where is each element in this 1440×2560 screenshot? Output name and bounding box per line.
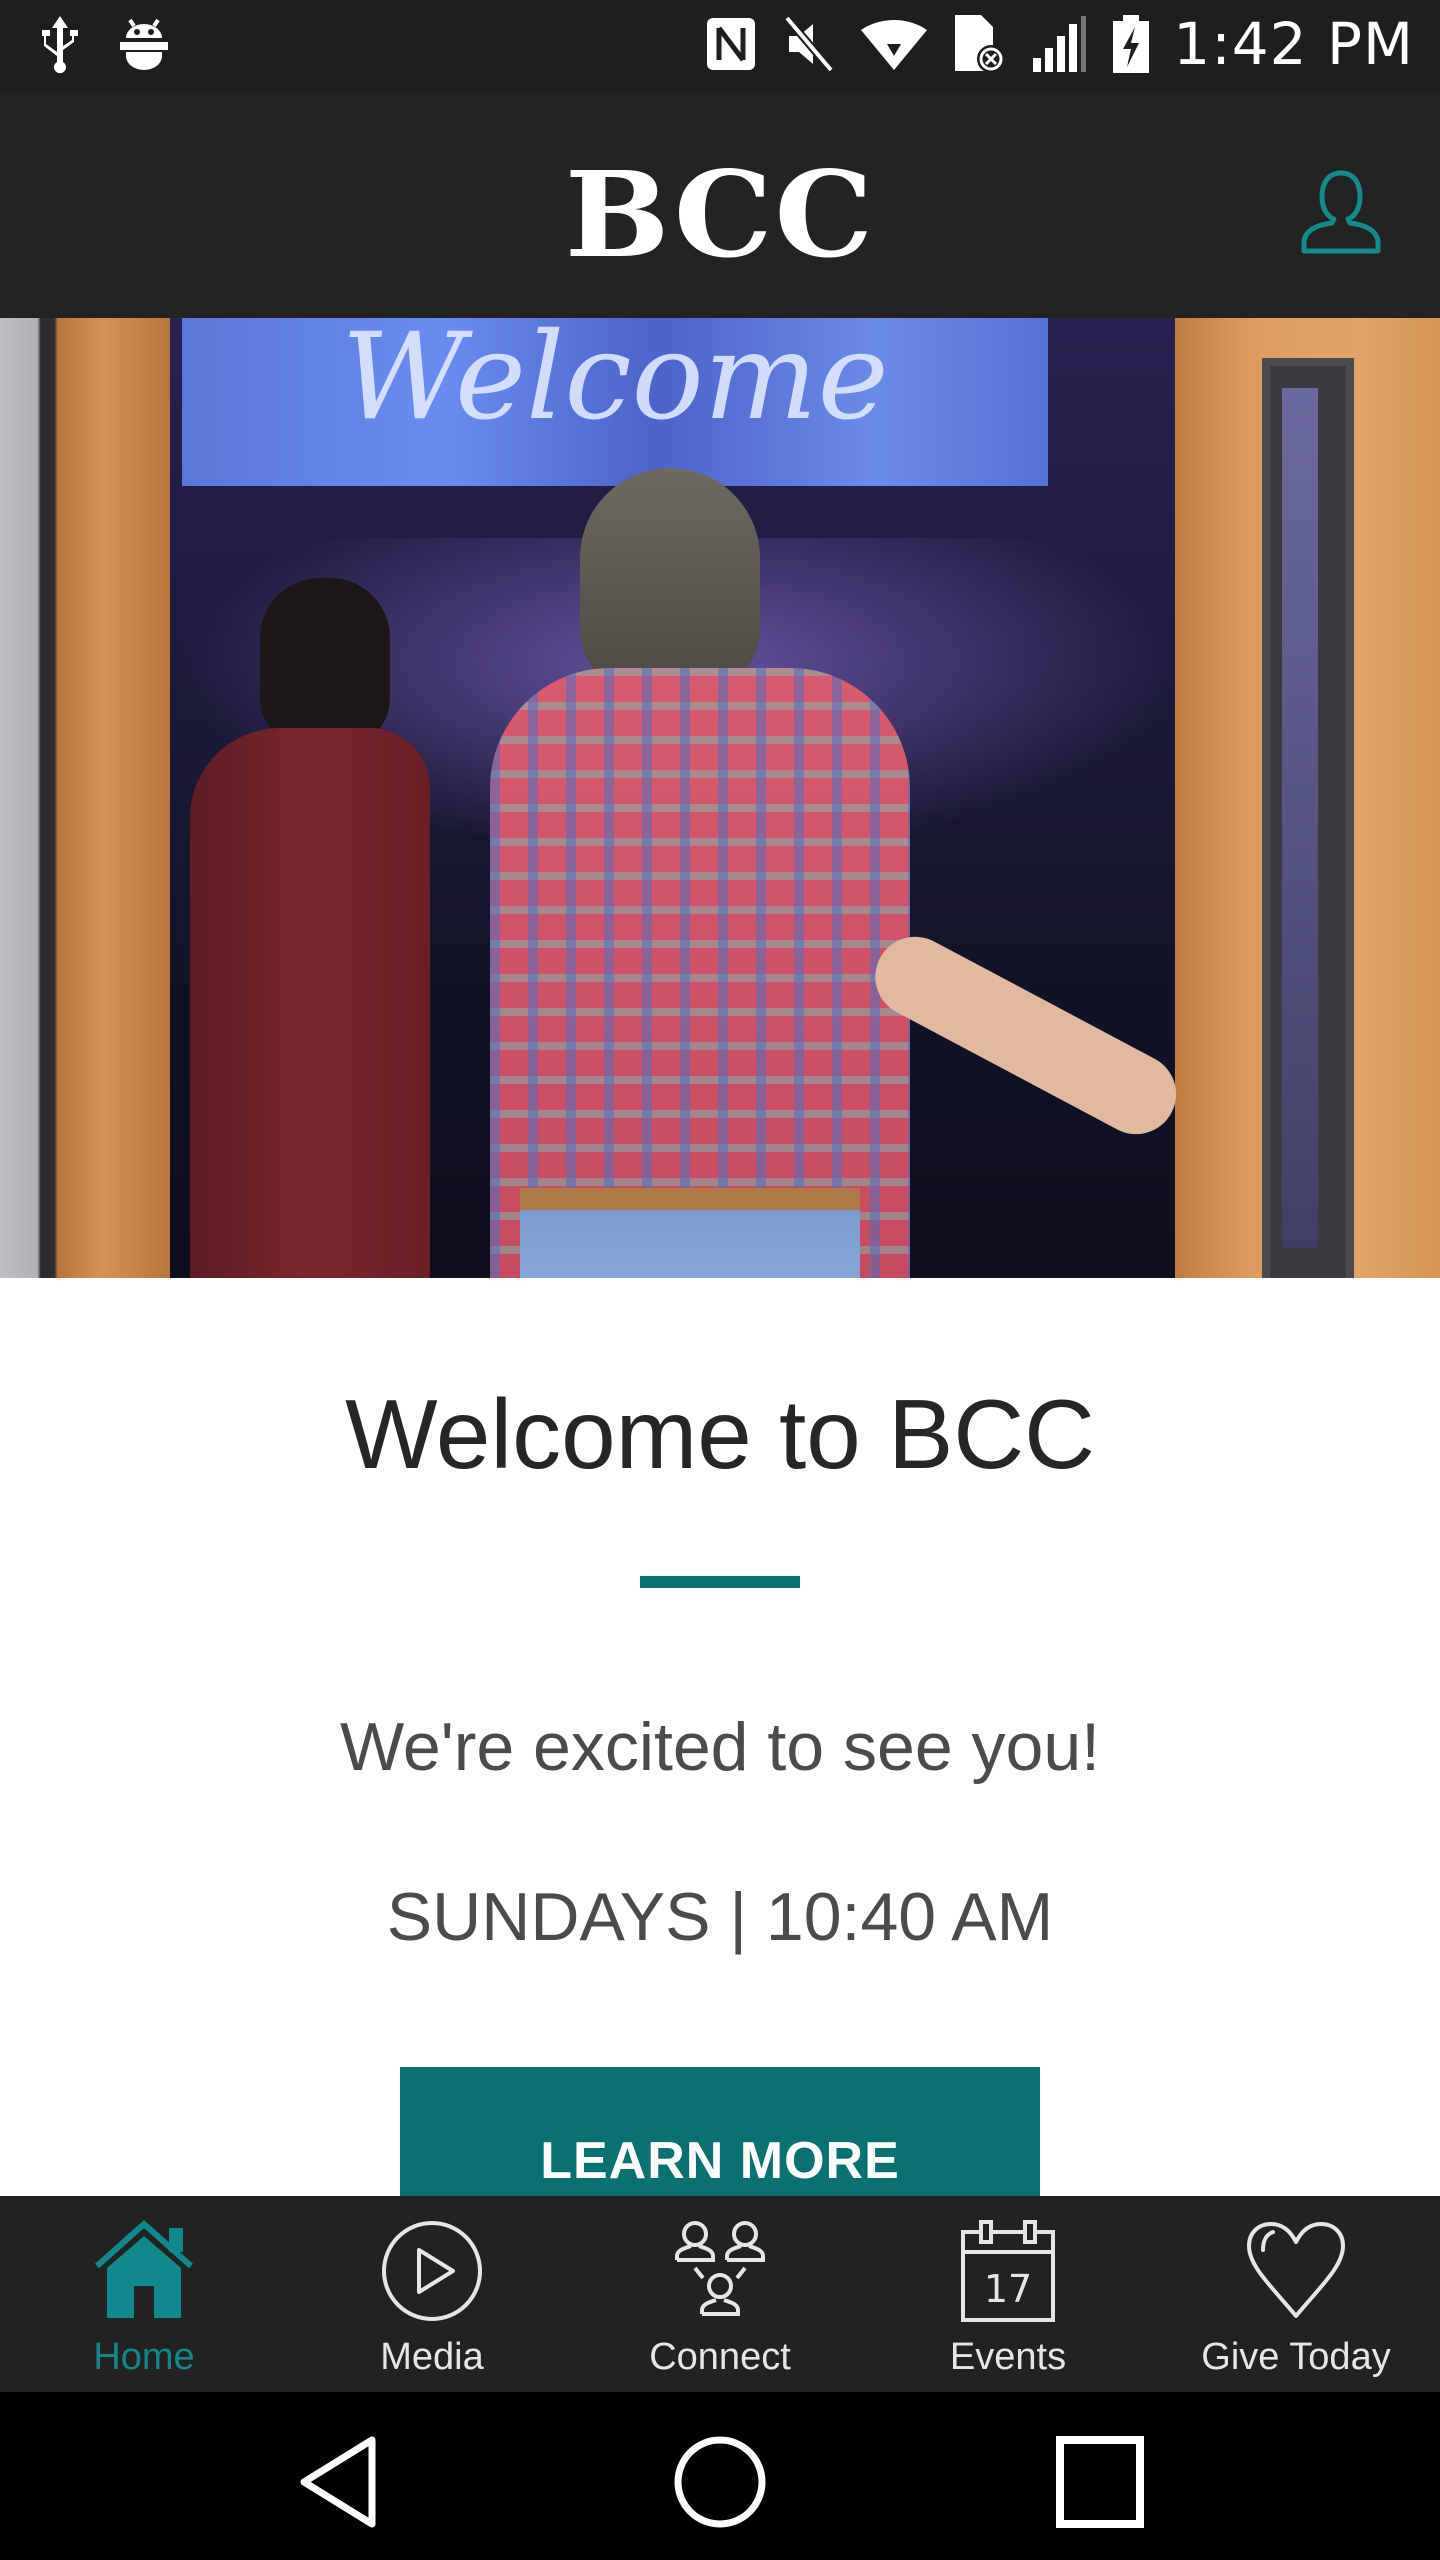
service-times: SUNDAYS | 10:40 AM: [386, 1879, 1054, 1955]
nav-item-media[interactable]: Media: [288, 2196, 576, 2392]
status-bar: 1:42 PM: [0, 0, 1440, 93]
learn-more-button[interactable]: LEARN MORE: [400, 2067, 1040, 2207]
usb-icon: [42, 16, 78, 74]
play-circle-icon: [382, 2221, 482, 2321]
nav-item-events[interactable]: 17 Events: [864, 2196, 1152, 2392]
back-icon[interactable]: [290, 2432, 390, 2532]
group-icon: [675, 2221, 765, 2316]
page-title: Welcome to BCC: [345, 1379, 1095, 1489]
mute-icon: [784, 15, 835, 73]
title-divider: [640, 1576, 800, 1588]
door-window-glass: [1282, 388, 1318, 1248]
bottom-nav: Home Media Connect 17 Events Give Today: [0, 2196, 1440, 2392]
app-header: BCC: [0, 93, 1440, 318]
nav-item-home[interactable]: Home: [0, 2196, 288, 2392]
nav-item-connect[interactable]: Connect: [576, 2196, 864, 2392]
projection-screen: Welcome: [182, 318, 1048, 486]
nav-label: Events: [949, 2336, 1067, 2378]
nav-label: Connect: [649, 2336, 791, 2378]
hero-image: Welcome: [0, 318, 1440, 1278]
signal-icon: [1033, 16, 1087, 72]
person-plaid-shirt: [480, 468, 920, 1278]
system-nav-bar: [0, 2392, 1440, 2560]
person-head: [260, 578, 390, 748]
nav-label: Home: [93, 2336, 195, 2378]
recents-icon[interactable]: [1050, 2432, 1150, 2532]
nav-label: Give Today: [1201, 2336, 1391, 2378]
battery-charging-icon: [1113, 15, 1150, 73]
heart-icon: [1247, 2222, 1345, 2318]
person-body: [490, 668, 910, 1278]
wifi-icon: [861, 20, 928, 70]
home-circle-icon[interactable]: [670, 2432, 770, 2532]
person-jeans: [520, 1188, 860, 1278]
screen-welcome-text: Welcome: [341, 318, 889, 447]
person-body: [190, 728, 430, 1278]
nav-item-give-today[interactable]: Give Today: [1152, 2196, 1440, 2392]
android-debug-icon: [120, 18, 168, 70]
left-door: [0, 318, 170, 1278]
person-icon: [1301, 170, 1381, 254]
person-maroon-sweater: [170, 578, 430, 1278]
welcome-section: Welcome to BCC We're excited to see you!…: [0, 1278, 1440, 2207]
sim-missing-icon: [955, 15, 1006, 73]
calendar-day: 17: [984, 2267, 1032, 2311]
calendar-icon: 17: [961, 2220, 1055, 2322]
nfc-icon: [707, 18, 756, 70]
brand-logo: BCC: [564, 145, 876, 284]
nav-label: Media: [380, 2336, 484, 2378]
home-icon: [95, 2219, 193, 2318]
status-time: 1:42 PM: [1173, 10, 1414, 78]
profile-button[interactable]: [1296, 167, 1386, 257]
tagline: We're excited to see you!: [339, 1709, 1101, 1785]
person-head: [580, 468, 760, 698]
